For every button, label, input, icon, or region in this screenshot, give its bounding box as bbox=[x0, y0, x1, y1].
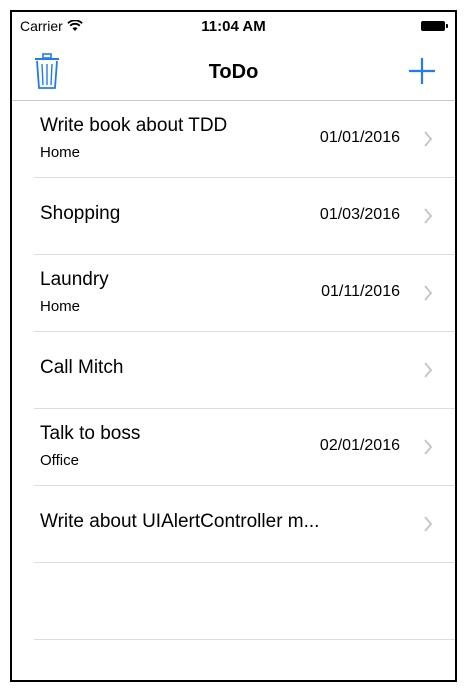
todo-list: Write book about TDD Home 01/01/2016 Shoppi… bbox=[12, 101, 455, 640]
row-title: Call Mitch bbox=[40, 357, 124, 378]
table-row[interactable]: Write book about TDD Home 01/01/2016 bbox=[34, 101, 455, 178]
chevron-right-icon bbox=[424, 362, 433, 378]
table-row[interactable]: Shopping 01/03/2016 bbox=[34, 178, 455, 255]
row-title: Write book about TDD bbox=[40, 115, 228, 136]
row-title: Talk to boss bbox=[40, 423, 141, 444]
row-subtitle: Home bbox=[40, 298, 81, 315]
table-row[interactable]: Call Mitch bbox=[34, 332, 455, 409]
chevron-right-icon bbox=[424, 131, 433, 147]
empty-row bbox=[34, 563, 455, 640]
chevron-right-icon bbox=[424, 439, 433, 455]
chevron-right-icon bbox=[424, 285, 433, 301]
status-time: 11:04 AM bbox=[201, 18, 266, 35]
row-date: 01/03/2016 bbox=[319, 206, 400, 223]
battery-icon bbox=[421, 21, 448, 31]
chevron-right-icon bbox=[424, 208, 433, 224]
status-bar: Carrier 11:04 AM bbox=[12, 12, 455, 42]
row-title: Laundry bbox=[40, 269, 109, 290]
row-date: 02/01/2016 bbox=[319, 437, 400, 454]
nav-title: ToDo bbox=[208, 61, 259, 83]
table-row[interactable]: Laundry Home 01/11/2016 bbox=[34, 255, 455, 332]
table-row[interactable]: Talk to boss Office 02/01/2016 bbox=[34, 409, 455, 486]
add-icon[interactable] bbox=[407, 56, 437, 86]
phone-screen: Carrier 11:04 AM ToDo Write book about T… bbox=[10, 10, 457, 682]
table-row[interactable]: Write about UIAlertController m... bbox=[34, 486, 455, 563]
row-subtitle: Home bbox=[40, 144, 81, 161]
row-date: 01/01/2016 bbox=[319, 129, 400, 146]
chevron-right-icon bbox=[424, 516, 433, 532]
row-title: Shopping bbox=[40, 203, 121, 224]
row-subtitle: Office bbox=[40, 452, 79, 469]
navigation-bar: ToDo bbox=[12, 42, 455, 101]
row-date: 01/11/2016 bbox=[321, 283, 400, 300]
row-title: Write about UIAlertController m... bbox=[40, 511, 320, 532]
